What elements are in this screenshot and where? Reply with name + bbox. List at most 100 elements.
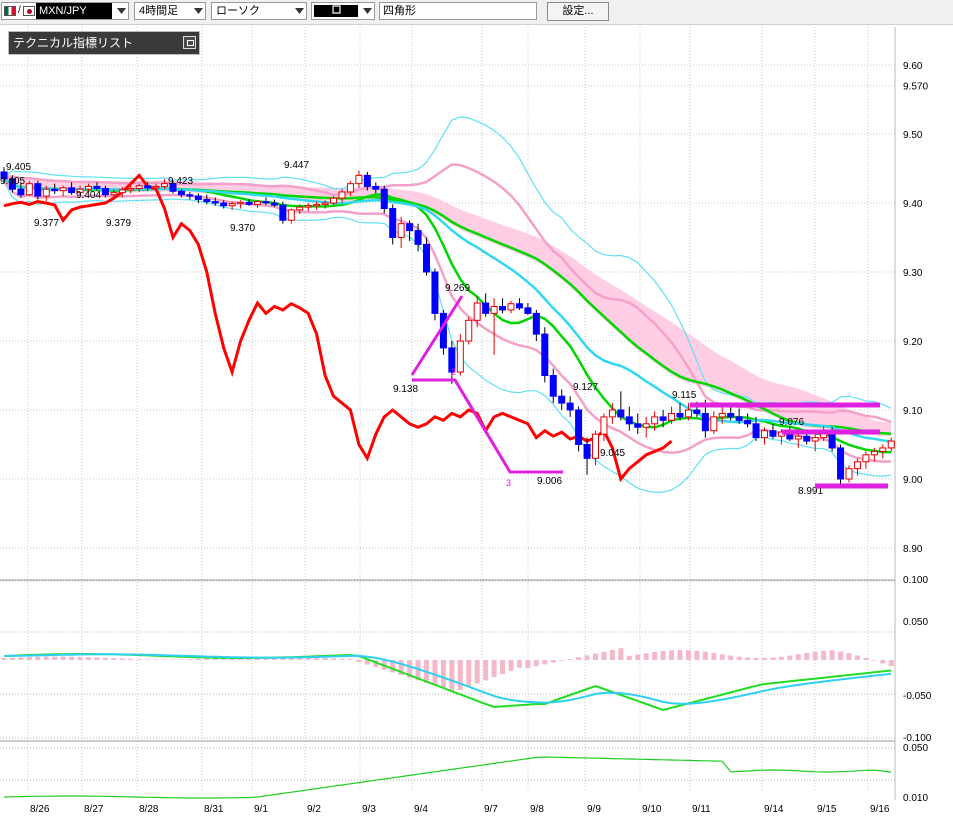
candle-body [794,435,802,440]
macd-histogram-bar [821,650,827,660]
macd-histogram-bar [322,658,328,660]
macd-histogram-bar [339,658,345,660]
panel-toggle-icon[interactable] [183,36,196,49]
macd-histogram-bar [660,650,666,660]
candle-body [355,174,363,185]
price-annotation: 9.447 [284,160,309,171]
price-annotation: 9.404 [76,190,101,201]
zigzag-lines: 23 [410,295,563,488]
macd-histogram-bar [829,650,835,660]
macd-histogram-bar [618,648,624,660]
macd-histogram-bar [652,651,658,660]
macd-histogram-bar [347,659,353,660]
date-label: 8/28 [139,804,159,815]
candle-body [879,447,887,452]
macd-histogram-bar [440,660,446,688]
candle-body [262,201,270,204]
candle-body [304,205,312,208]
date-label: 9/2 [307,804,321,815]
candle-body [51,188,59,192]
macd-histogram-bar [626,655,632,660]
square-icon [331,5,341,14]
candle-body [211,201,219,204]
macd-histogram-bar [491,660,497,678]
candle-body [59,187,67,192]
candle-body [127,188,135,191]
candle-body [203,199,211,203]
candle-body [380,188,388,210]
macd-panel [1,648,894,712]
price-axis: 9.60 9.570 9.50 9.40 9.30 9.20 9.10 9.00 8.90 0.1… [903,61,932,804]
candle-body [296,206,304,211]
macd-histogram-bar [643,653,649,660]
macd-histogram-bar [846,653,852,660]
chevron-down-icon[interactable] [360,3,374,19]
candle-body [465,319,473,342]
macd-histogram-bar [711,652,717,660]
candle-body [423,243,430,273]
macd-histogram-bar [178,659,184,660]
macd-histogram-bar [136,659,142,660]
date-label: 9/7 [484,804,498,815]
price-annotation: 9.379 [106,218,131,229]
currency-pair-label: MXN/JPY [36,3,112,19]
zigzag-label: 2 [451,367,456,377]
macd-histogram-bar [153,659,159,660]
macd-histogram-bar [69,656,75,660]
candle-body [144,185,152,189]
macd-histogram-bar [43,656,49,660]
candle-body [735,416,743,421]
chevron-down-icon[interactable] [191,3,205,19]
macd-histogram-bar [804,653,810,660]
price-annotation: 9.269 [445,283,470,294]
macd-histogram-bar [94,657,100,660]
price-annotation: 9.115 [672,390,697,401]
settings-button[interactable]: 設定... [547,2,609,21]
date-label: 9/3 [362,804,376,815]
date-label: 9/15 [817,804,837,815]
candle-body [490,306,498,314]
date-label: 9/14 [764,804,784,815]
price-annotation: 9.138 [393,384,418,395]
macd-histogram-bar [500,660,506,674]
macd-histogram-bar [584,655,590,660]
macd-histogram-bar [753,657,759,660]
line-color-select[interactable] [311,2,375,20]
macd-histogram-bar [162,659,168,660]
timeframe-label: 4時間足 [139,5,179,17]
candle-body [575,409,583,445]
macd-histogram-bar [702,651,708,660]
timeframe-select[interactable]: 4時間足 [134,2,206,20]
candle-body [372,185,380,190]
macd-histogram-bar [812,651,818,660]
candle-body [228,203,236,207]
macd-histogram-bar [863,657,869,660]
date-label: 9/4 [414,804,428,815]
candle-body [811,437,819,442]
candle-body [397,223,405,238]
candle-body [651,416,659,425]
chart-type-select[interactable]: ローソク [211,2,307,20]
macd-histogram-bar [787,655,793,660]
drawing-shape-field[interactable]: 四角形 [379,2,537,20]
macd-histogram-bar [745,657,751,660]
technical-indicator-list[interactable]: テクニカル指標リスト [8,31,200,55]
macd-histogram-bar [466,660,472,687]
date-label: 8/27 [84,804,104,815]
price-chart[interactable]: 9.405 9.405 9.404 9.377 9.379 9.423 9.370 9.447… [0,24,953,819]
chevron-down-icon[interactable] [114,3,128,19]
candle-body [837,447,845,480]
candle-body [330,197,338,204]
macd-histogram-bar [550,660,556,663]
macd-histogram-bar [854,655,860,660]
currency-pair-select[interactable]: / MXN/JPY [1,2,129,20]
candle-body [625,416,633,425]
candle-body [287,209,295,221]
oscillator-axis-label: 0.010 [903,793,928,804]
chevron-down-icon[interactable] [292,3,306,19]
candle-body [634,423,642,428]
macd-histogram-bar [102,657,108,660]
price-axis-label: 9.40 [903,199,923,210]
macd-histogram-bar [145,659,151,660]
macd-histogram-bar [567,659,573,660]
